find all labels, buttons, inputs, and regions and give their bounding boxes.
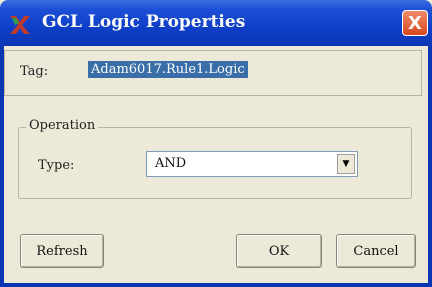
type-select[interactable]: AND ▼ xyxy=(146,151,358,177)
tag-label: Tag: xyxy=(20,64,49,79)
window-frame-bottom xyxy=(0,283,432,287)
close-icon: X xyxy=(408,12,422,34)
close-button[interactable]: X xyxy=(402,10,428,36)
app-logo-icon xyxy=(10,16,30,34)
type-label: Type: xyxy=(38,158,75,173)
window-frame-right xyxy=(428,46,432,287)
window-title: GCL Logic Properties xyxy=(42,12,246,32)
tag-field[interactable]: Adam6017.Rule1.Logic xyxy=(82,60,412,84)
title-bar[interactable]: GCL Logic Properties X xyxy=(0,0,432,46)
refresh-button[interactable]: Refresh xyxy=(20,234,104,268)
operation-group-legend: Operation xyxy=(26,118,99,133)
tag-value-selected[interactable]: Adam6017.Rule1.Logic xyxy=(88,61,248,78)
chevron-down-icon[interactable]: ▼ xyxy=(337,154,355,174)
type-select-value: AND xyxy=(155,156,187,171)
cancel-button[interactable]: Cancel xyxy=(336,234,416,268)
ok-button[interactable]: OK xyxy=(236,234,322,268)
